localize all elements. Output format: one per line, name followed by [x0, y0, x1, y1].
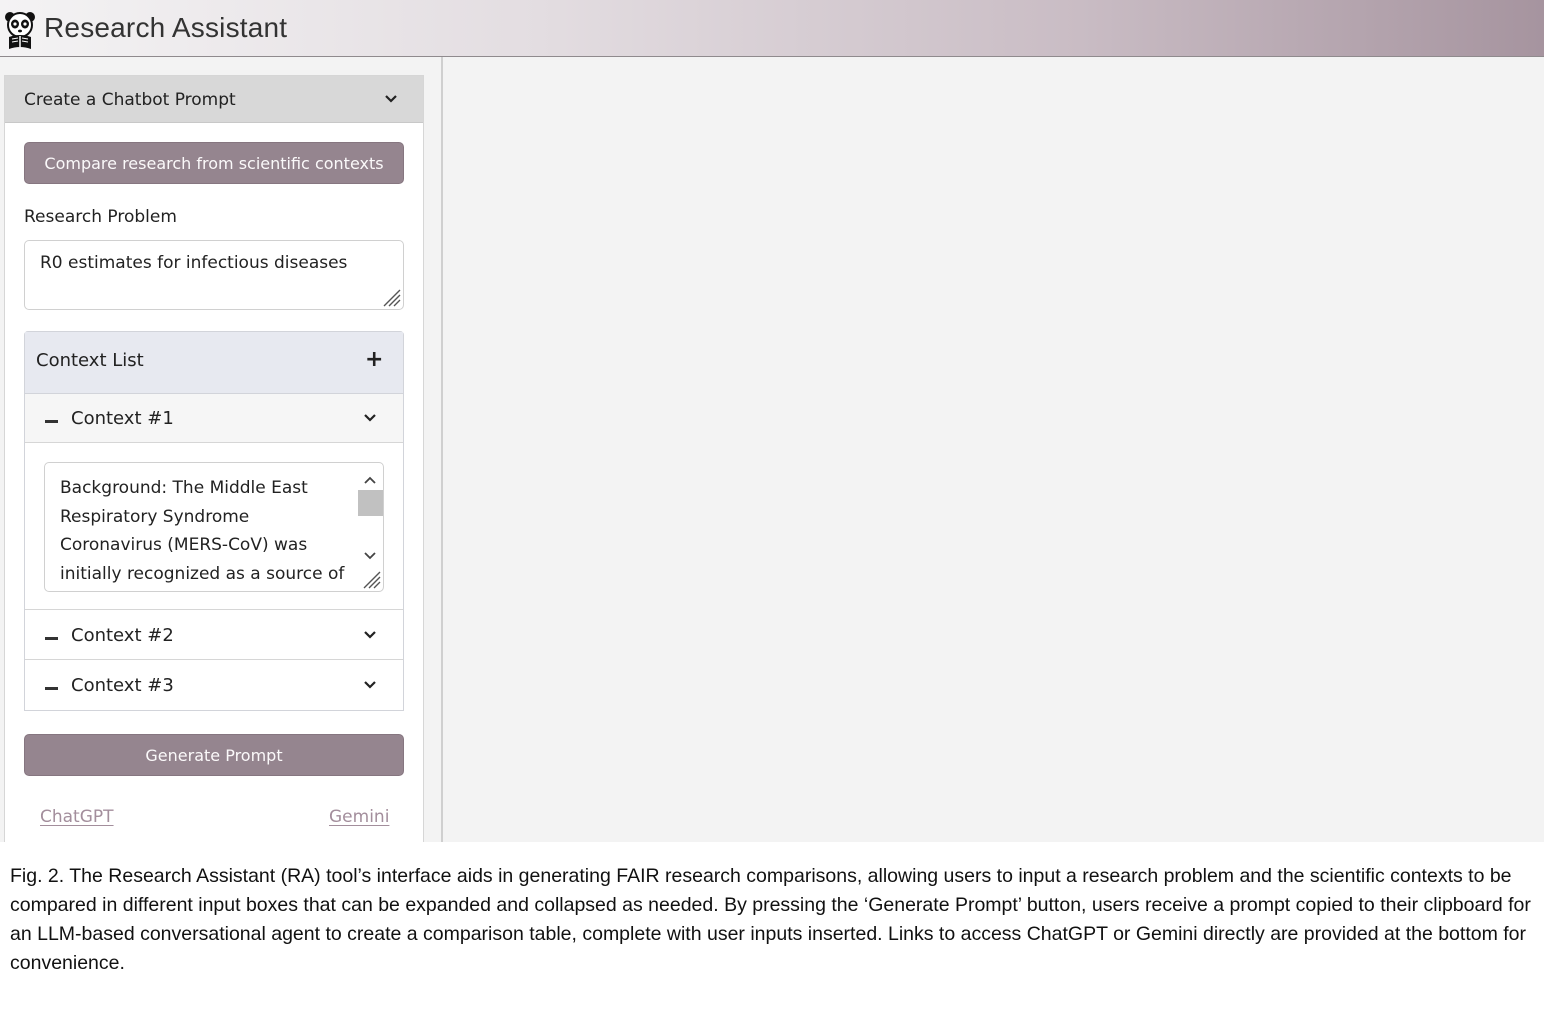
context-text-input[interactable]: Background: The Middle East Respiratory …	[44, 462, 384, 592]
context-text-value: Background: The Middle East Respiratory …	[60, 478, 345, 585]
scroll-down-icon[interactable]	[363, 546, 377, 565]
remove-context-icon[interactable]	[45, 687, 58, 690]
chevron-down-icon[interactable]	[363, 628, 377, 642]
context-list-title: Context List	[36, 350, 144, 371]
app-header: Research Assistant	[0, 0, 1544, 57]
prompt-panel-title: Create a Chatbot Prompt	[24, 90, 236, 110]
figure-caption: Fig. 2. The Research Assistant (RA) tool…	[10, 865, 1531, 974]
panda-reader-icon	[4, 11, 36, 51]
context-item-header-1[interactable]: Context #1	[25, 394, 403, 443]
research-problem-input[interactable]: R0 estimates for infectious diseases	[24, 240, 404, 310]
remove-context-icon[interactable]	[45, 637, 58, 640]
context-list: Context List + Context #1 Background: Th…	[24, 331, 404, 711]
context-item-label: Context #3	[71, 675, 174, 696]
compare-research-button[interactable]: Compare research from scientific context…	[24, 142, 404, 184]
main-content-area	[443, 57, 1544, 842]
context-item-label: Context #1	[71, 408, 174, 429]
chevron-down-icon[interactable]	[363, 411, 377, 425]
chevron-down-icon[interactable]	[363, 678, 377, 692]
gemini-link[interactable]: Gemini	[329, 807, 389, 827]
context-item-label: Context #2	[71, 625, 174, 646]
add-context-icon[interactable]: +	[365, 349, 383, 371]
resize-grip-icon[interactable]	[359, 567, 381, 589]
context-item-body-1: Background: The Middle East Respiratory …	[25, 443, 403, 610]
context-list-header: Context List +	[25, 332, 403, 394]
app-title: Research Assistant	[44, 12, 288, 43]
resize-grip-icon[interactable]	[379, 285, 401, 307]
sidebar-panel: Create a Chatbot Prompt Compare research…	[4, 75, 424, 842]
chevron-down-icon[interactable]	[384, 92, 398, 106]
scrollbar-thumb[interactable]	[358, 490, 383, 516]
prompt-panel-header[interactable]: Create a Chatbot Prompt	[5, 76, 423, 123]
context-item-header-2[interactable]: Context #2	[25, 611, 403, 660]
context-item-header-3[interactable]: Context #3	[25, 661, 403, 710]
scroll-up-icon[interactable]	[363, 470, 377, 489]
chatgpt-link[interactable]: ChatGPT	[40, 807, 114, 827]
research-problem-label: Research Problem	[24, 207, 177, 227]
generate-prompt-button[interactable]: Generate Prompt	[24, 734, 404, 776]
remove-context-icon[interactable]	[45, 420, 58, 423]
scrollbar[interactable]	[357, 464, 383, 565]
research-problem-value: R0 estimates for infectious diseases	[40, 253, 348, 273]
app-window: Research Assistant Create a Chatbot Prom…	[0, 0, 1544, 842]
